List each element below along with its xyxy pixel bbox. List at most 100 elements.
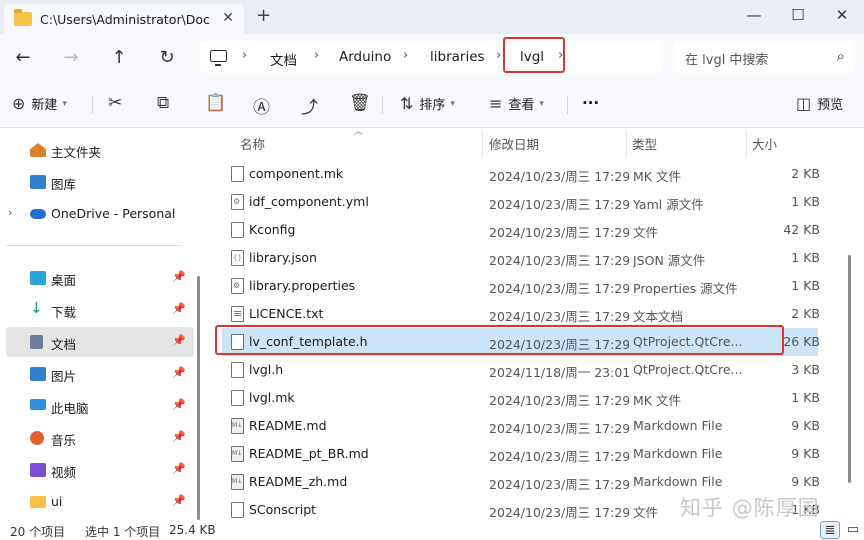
sidebar-item-this-pc[interactable]: 此电脑 📌 bbox=[6, 391, 194, 421]
copy-icon[interactable]: ⧉ bbox=[157, 93, 169, 113]
file-modified-date: 2024/10/23/周三 17:29 bbox=[489, 253, 629, 268]
column-divider[interactable] bbox=[626, 130, 627, 158]
preview-pane-button[interactable]: ◫ 预览 bbox=[796, 94, 843, 113]
file-name: LICENCE.txt bbox=[249, 306, 324, 321]
new-tab-button[interactable]: + bbox=[256, 5, 271, 26]
file-row[interactable]: idf_component.yml 2024/10/23/周三 17:29 Yaml… bbox=[222, 188, 820, 216]
file-modified-date: 2024/10/23/周三 17:29 bbox=[489, 169, 629, 184]
file-row[interactable]: component.mk 2024/10/23/周三 17:29 MK 文件 2 KB bbox=[222, 160, 820, 188]
breadcrumb-item-libraries[interactable]: libraries bbox=[430, 49, 485, 65]
file-icon bbox=[231, 390, 244, 406]
breadcrumb-separator[interactable]: › bbox=[242, 48, 247, 63]
file-row[interactable]: LICENCE.txt 2024/10/23/周三 17:29 文本文档 2 KB bbox=[222, 300, 820, 328]
sidebar-item-documents[interactable]: 文档 📌 bbox=[6, 327, 194, 357]
breadcrumb-separator[interactable]: › bbox=[496, 48, 501, 63]
file-row[interactable]: lvgl.h 2024/11/18/周一 23:01 QtProject.QtCre… bbox=[222, 356, 820, 384]
search-icon[interactable]: ⌕ bbox=[837, 47, 845, 65]
pin-icon[interactable]: 📌 bbox=[172, 398, 186, 411]
close-tab-icon[interactable]: ✕ bbox=[222, 10, 234, 26]
file-row[interactable]: lvgl.mk 2024/10/23/周三 17:29 MK 文件 1 KB bbox=[222, 384, 820, 412]
file-list-scrollbar[interactable] bbox=[848, 255, 851, 483]
pin-icon[interactable]: 📌 bbox=[172, 366, 186, 379]
file-name: library.json bbox=[249, 250, 317, 265]
sidebar-item-label: 图片 bbox=[51, 369, 77, 384]
search-input[interactable]: 在 lvgl 中搜索 ⌕ bbox=[673, 41, 855, 73]
file-modified-date: 2024/10/23/周三 17:29 bbox=[489, 281, 629, 296]
file-icon bbox=[231, 502, 244, 518]
back-button[interactable]: ← bbox=[10, 44, 36, 70]
sidebar-item-onedrive[interactable]: › OneDrive - Personal bbox=[6, 199, 194, 229]
file-name: lvgl.h bbox=[249, 362, 284, 377]
file-name: SConscript bbox=[249, 502, 317, 517]
file-row[interactable]: README_pt_BR.md 2024/10/23/周三 17:29 Markdo… bbox=[222, 440, 820, 468]
pin-icon[interactable]: 📌 bbox=[172, 302, 186, 315]
delete-icon[interactable]: 🗑 bbox=[349, 93, 371, 113]
window-tab[interactable]: C:\Users\Administrator\Docun ✕ bbox=[4, 4, 244, 34]
preview-pane-icon: ◫ bbox=[796, 94, 812, 113]
address-bar[interactable]: › 文档 › Arduino › libraries › lvgl › bbox=[200, 41, 663, 73]
file-row[interactable]: library.properties 2024/10/23/周三 17:29 Pro… bbox=[222, 272, 820, 300]
sidebar-item-pictures[interactable]: 图片 📌 bbox=[6, 359, 194, 389]
column-header-name[interactable]: 名称 bbox=[240, 128, 265, 156]
file-row[interactable]: library.json 2024/10/23/周三 17:29 JSON 源文件 1… bbox=[222, 244, 820, 272]
file-row[interactable]: README.md 2024/10/23/周三 17:29 Markdown Fil… bbox=[222, 412, 820, 440]
sidebar-scrollbar[interactable] bbox=[197, 276, 200, 520]
markdown-file-icon bbox=[231, 446, 244, 462]
address-row: ← → ↑ ↻ › 文档 › Arduino › libraries › lvg… bbox=[0, 34, 864, 80]
file-type: Markdown File bbox=[633, 418, 723, 433]
file-row[interactable]: Kconfig 2024/10/23/周三 17:29 文件 42 KB bbox=[222, 216, 820, 244]
sidebar-item-desktop[interactable]: 桌面 📌 bbox=[6, 263, 194, 293]
refresh-button[interactable]: ↻ bbox=[154, 44, 180, 70]
pin-icon[interactable]: 📌 bbox=[172, 462, 186, 475]
details-view-button[interactable]: ≣ bbox=[820, 521, 840, 539]
sidebar-item-ui[interactable]: ui 📌 bbox=[6, 487, 194, 517]
column-header-type[interactable]: 类型 bbox=[632, 128, 657, 156]
minimize-button[interactable]: — bbox=[732, 0, 776, 30]
file-size: 1 KB bbox=[791, 194, 820, 209]
more-options-button[interactable]: ··· bbox=[582, 94, 599, 112]
up-button[interactable]: ↑ bbox=[106, 44, 132, 70]
column-header-date[interactable]: 修改日期 bbox=[489, 128, 539, 156]
pin-icon[interactable]: 📌 bbox=[172, 430, 186, 443]
sidebar-item-label: 图库 bbox=[51, 177, 77, 192]
sidebar-item-home[interactable]: 主文件夹 bbox=[6, 135, 194, 165]
file-modified-date: 2024/10/23/周三 17:29 bbox=[489, 421, 629, 436]
rename-icon[interactable]: Ⓐ bbox=[253, 93, 270, 118]
sort-button[interactable]: ⇅ 排序 ▾ bbox=[400, 94, 455, 113]
cut-icon[interactable]: ✂ bbox=[108, 93, 122, 113]
sidebar-item-music[interactable]: 音乐 📌 bbox=[6, 423, 194, 453]
status-bar: 20 个项目 选中 1 个项目 25.4 KB ≣ ▭ bbox=[0, 520, 864, 540]
breadcrumb-item-arduino[interactable]: Arduino bbox=[339, 49, 391, 65]
breadcrumb-separator[interactable]: › bbox=[403, 48, 408, 63]
sidebar-item-videos[interactable]: 视频 📌 bbox=[6, 455, 194, 485]
pin-icon[interactable]: 📌 bbox=[172, 334, 186, 347]
breadcrumb-item-documents[interactable]: 文档 bbox=[270, 49, 297, 69]
file-size: 3 KB bbox=[791, 362, 820, 377]
share-icon[interactable]: ⤴ bbox=[301, 93, 318, 118]
tiles-view-button[interactable]: ▭ bbox=[843, 521, 863, 539]
file-icon bbox=[231, 222, 244, 238]
paste-icon[interactable]: 📋 bbox=[205, 93, 226, 113]
sidebar-item-gallery[interactable]: 图库 bbox=[6, 167, 194, 197]
sort-label: 排序 bbox=[419, 98, 446, 113]
pin-icon[interactable]: 📌 bbox=[172, 494, 186, 507]
new-button[interactable]: ⊕ 新建 ▾ bbox=[12, 94, 67, 113]
close-window-button[interactable]: ✕ bbox=[820, 0, 864, 30]
new-label: 新建 bbox=[31, 98, 58, 113]
music-icon bbox=[30, 431, 44, 445]
file-modified-date: 2024/10/23/周三 17:29 bbox=[489, 449, 629, 464]
file-size: 42 KB bbox=[783, 222, 820, 237]
maximize-button[interactable]: ☐ bbox=[776, 0, 820, 30]
computer-icon[interactable] bbox=[210, 50, 227, 66]
this-pc-icon bbox=[30, 399, 46, 410]
sidebar-item-downloads[interactable]: ↓ 下载 📌 bbox=[6, 295, 194, 325]
sidebar-item-label: OneDrive - Personal bbox=[51, 206, 176, 221]
view-button[interactable]: ≡ 查看 ▾ bbox=[489, 94, 544, 113]
forward-button[interactable]: → bbox=[58, 44, 84, 70]
breadcrumb-separator[interactable]: › bbox=[314, 48, 319, 63]
column-divider[interactable] bbox=[482, 130, 483, 158]
pin-icon[interactable]: 📌 bbox=[172, 270, 186, 283]
chevron-right-icon[interactable]: › bbox=[8, 206, 12, 219]
column-header-size[interactable]: 大小 bbox=[752, 128, 777, 156]
column-divider[interactable] bbox=[746, 130, 747, 158]
